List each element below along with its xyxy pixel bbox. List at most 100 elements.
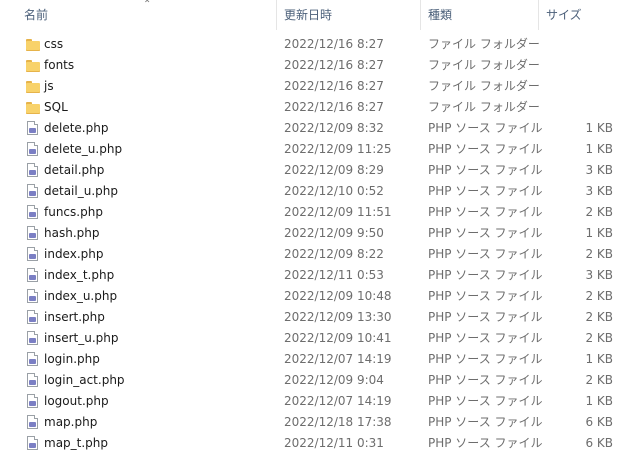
file-row[interactable]: delete.php 2022/12/09 8:32 PHP ソース ファイル 1 K… (0, 118, 623, 139)
file-row[interactable]: delete_u.php 2022/12/09 11:25 PHP ソース ファイル… (0, 139, 623, 160)
file-size: 1 KB (585, 226, 613, 240)
file-row[interactable]: map_t.php 2022/12/11 0:31 PHP ソース ファイル 6 KB (0, 433, 623, 454)
php-file-icon (26, 268, 40, 284)
file-row[interactable]: insert_u.php 2022/12/09 10:41 PHP ソース ファイル… (0, 328, 623, 349)
file-type: PHP ソース ファイル (428, 394, 543, 408)
php-file-icon (26, 142, 40, 158)
file-type: PHP ソース ファイル (428, 184, 543, 198)
file-modified-date: 2022/12/09 10:48 (284, 289, 392, 303)
file-size: 2 KB (585, 205, 613, 219)
file-row[interactable]: index.php 2022/12/09 8:22 PHP ソース ファイル 2 KB (0, 244, 623, 265)
file-row[interactable]: insert.php 2022/12/09 13:30 PHP ソース ファイル 2 … (0, 307, 623, 328)
file-name: detail.php (44, 163, 105, 177)
file-type: PHP ソース ファイル (428, 247, 543, 261)
file-name: delete.php (44, 121, 109, 135)
file-row[interactable]: logout.php 2022/12/07 14:19 PHP ソース ファイル 1 … (0, 391, 623, 412)
file-size: 3 KB (585, 163, 613, 177)
file-name: map_t.php (44, 436, 109, 450)
php-file-icon (26, 352, 40, 368)
file-name: funcs.php (44, 205, 103, 219)
file-type: PHP ソース ファイル (428, 331, 543, 345)
file-modified-date: 2022/12/09 10:41 (284, 331, 392, 345)
php-file-icon (26, 310, 40, 326)
file-row[interactable]: login_act.php 2022/12/09 9:04 PHP ソース ファイル… (0, 370, 623, 391)
folder-icon (26, 100, 40, 116)
file-modified-date: 2022/12/09 8:22 (284, 247, 384, 261)
php-file-icon (26, 163, 40, 179)
file-row[interactable]: index_u.php 2022/12/09 10:48 PHP ソース ファイル 2… (0, 286, 623, 307)
file-row[interactable]: hash.php 2022/12/09 9:50 PHP ソース ファイル 1 KB (0, 223, 623, 244)
file-row[interactable]: js 2022/12/16 8:27 ファイル フォルダー (0, 76, 623, 97)
file-row[interactable]: css 2022/12/16 8:27 ファイル フォルダー (0, 34, 623, 55)
file-type: PHP ソース ファイル (428, 415, 543, 429)
php-file-icon (26, 184, 40, 200)
file-row[interactable]: fonts 2022/12/16 8:27 ファイル フォルダー (0, 55, 623, 76)
file-row[interactable]: login.php 2022/12/07 14:19 PHP ソース ファイル 1 K… (0, 349, 623, 370)
file-modified-date: 2022/12/07 14:19 (284, 352, 392, 366)
file-row[interactable]: detail.php 2022/12/09 8:29 PHP ソース ファイル 3 K… (0, 160, 623, 181)
file-modified-date: 2022/12/07 14:19 (284, 394, 392, 408)
file-type: ファイル フォルダー (428, 100, 540, 114)
file-row[interactable]: SQL 2022/12/16 8:27 ファイル フォルダー (0, 97, 623, 118)
file-type: PHP ソース ファイル (428, 163, 543, 177)
file-size: 2 KB (585, 331, 613, 345)
column-divider[interactable] (538, 0, 539, 30)
file-name: js (44, 79, 54, 93)
file-size: 2 KB (585, 289, 613, 303)
folder-icon (26, 37, 40, 53)
file-size: 3 KB (585, 268, 613, 282)
file-modified-date: 2022/12/16 8:27 (284, 37, 384, 51)
file-size: 3 KB (585, 184, 613, 198)
column-header-size[interactable]: サイズ (540, 0, 623, 30)
column-header-date[interactable]: 更新日時 (278, 0, 420, 30)
file-type: PHP ソース ファイル (428, 268, 543, 282)
file-type: PHP ソース ファイル (428, 373, 543, 387)
php-file-icon (26, 373, 40, 389)
file-modified-date: 2022/12/09 13:30 (284, 310, 392, 324)
file-row[interactable]: funcs.php 2022/12/09 11:51 PHP ソース ファイル 2 K… (0, 202, 623, 223)
file-name: map.php (44, 415, 98, 429)
column-header-name-label: 名前 (24, 8, 49, 22)
file-type: PHP ソース ファイル (428, 142, 543, 156)
file-size: 2 KB (585, 310, 613, 324)
file-row[interactable]: index_t.php 2022/12/11 0:53 PHP ソース ファイル 3 … (0, 265, 623, 286)
php-file-icon (26, 247, 40, 263)
file-name: index_u.php (44, 289, 118, 303)
file-type: ファイル フォルダー (428, 58, 540, 72)
file-type: PHP ソース ファイル (428, 121, 543, 135)
column-header-type[interactable]: 種類 (422, 0, 538, 30)
sort-ascending-icon: ⌃ (143, 0, 152, 10)
column-divider[interactable] (420, 0, 421, 30)
php-file-icon (26, 205, 40, 221)
file-name: insert.php (44, 310, 105, 324)
file-name: css (44, 37, 64, 51)
file-modified-date: 2022/12/09 8:32 (284, 121, 384, 135)
php-file-icon (26, 394, 40, 410)
file-size: 6 KB (585, 415, 613, 429)
php-file-icon (26, 121, 40, 137)
file-size: 1 KB (585, 121, 613, 135)
file-type: ファイル フォルダー (428, 37, 540, 51)
file-row[interactable]: detail_u.php 2022/12/10 0:52 PHP ソース ファイル 3… (0, 181, 623, 202)
column-header-type-label: 種類 (428, 8, 453, 22)
file-modified-date: 2022/12/16 8:27 (284, 79, 384, 93)
file-size: 1 KB (585, 352, 613, 366)
file-row[interactable]: map.php 2022/12/18 17:38 PHP ソース ファイル 6 KB (0, 412, 623, 433)
column-divider[interactable] (276, 0, 277, 30)
file-size: 2 KB (585, 373, 613, 387)
file-modified-date: 2022/12/10 0:52 (284, 184, 384, 198)
column-header-size-label: サイズ (546, 8, 582, 22)
file-type: ファイル フォルダー (428, 79, 540, 93)
file-name: index_t.php (44, 268, 115, 282)
file-name: SQL (44, 100, 68, 114)
file-type: PHP ソース ファイル (428, 289, 543, 303)
file-name: hash.php (44, 226, 100, 240)
file-type: PHP ソース ファイル (428, 226, 543, 240)
file-size: 2 KB (585, 247, 613, 261)
php-file-icon (26, 226, 40, 242)
file-modified-date: 2022/12/16 8:27 (284, 58, 384, 72)
file-name: login_act.php (44, 373, 125, 387)
file-modified-date: 2022/12/09 11:25 (284, 142, 392, 156)
file-type: PHP ソース ファイル (428, 352, 543, 366)
php-file-icon (26, 289, 40, 305)
